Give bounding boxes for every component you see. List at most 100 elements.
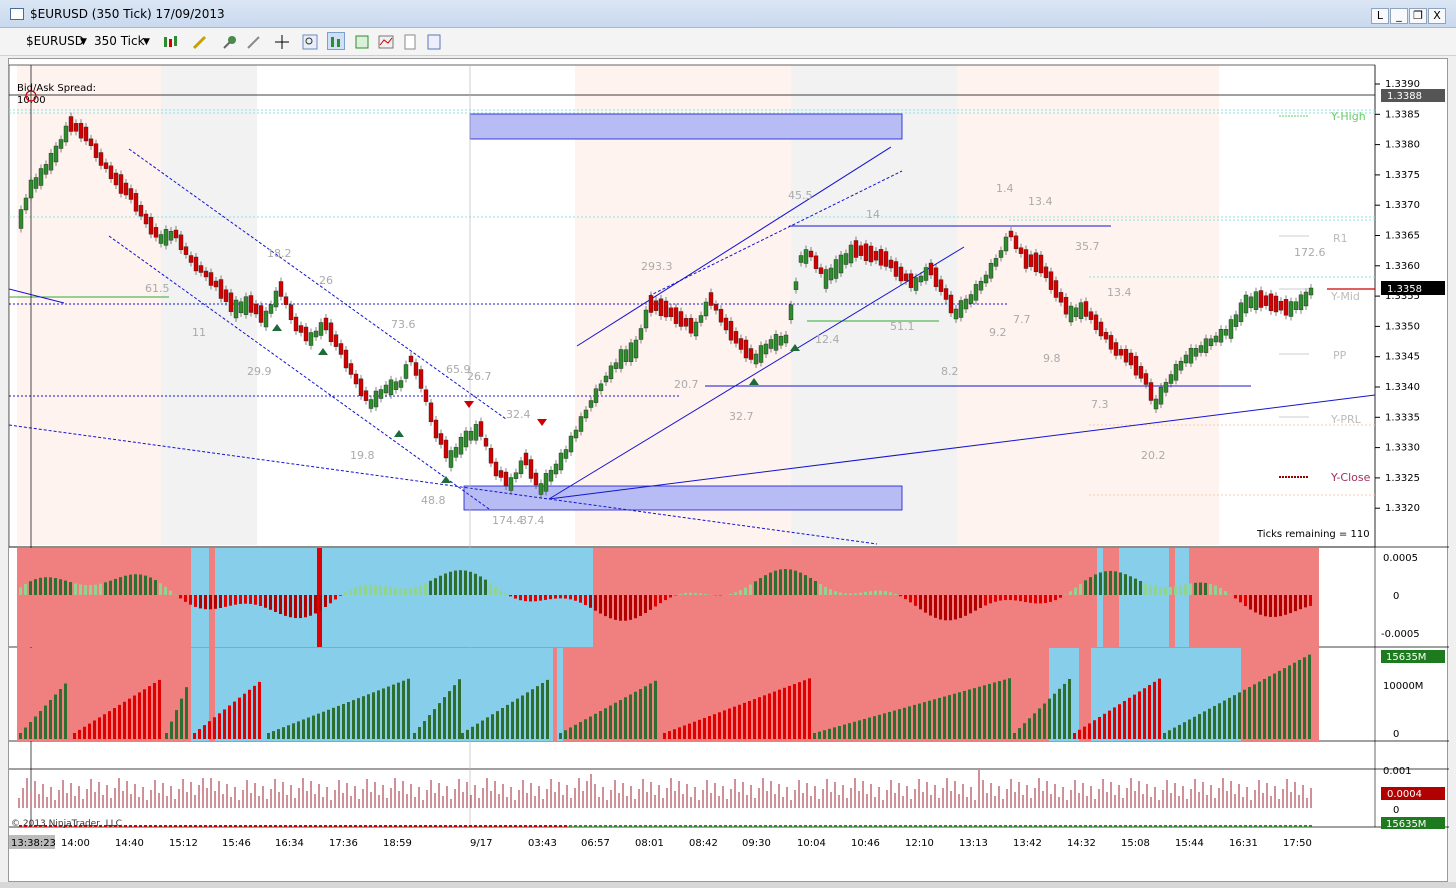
- time-tick-label: 14:40: [115, 838, 144, 849]
- chart-style-icon[interactable]: [376, 32, 394, 50]
- swing-label: 29.9: [247, 365, 272, 378]
- momentum-bar: [434, 578, 437, 595]
- momentum-bar: [214, 595, 217, 609]
- momentum-bar: [514, 595, 517, 599]
- volume-bar: [683, 725, 686, 739]
- tick-dot: [599, 825, 602, 827]
- momentum-bar: [109, 580, 112, 595]
- tick-dot: [414, 825, 417, 827]
- volume-bar: [438, 703, 441, 739]
- candle-body: [153, 227, 159, 238]
- volume-bar: [113, 708, 116, 739]
- demand-zone[interactable]: [463, 485, 903, 511]
- candle-body: [18, 209, 24, 229]
- momentum-panel[interactable]: [17, 548, 1319, 647]
- crosshair-pin-icon[interactable]: [220, 32, 238, 50]
- candle-body: [313, 330, 319, 338]
- tick-dot: [254, 825, 257, 827]
- candle-body: [213, 280, 219, 288]
- supply-zone[interactable]: [469, 113, 903, 140]
- candle-body: [403, 364, 409, 379]
- candle-body: [1283, 299, 1289, 316]
- tick-dot: [954, 825, 957, 827]
- strategies-icon[interactable]: [352, 32, 370, 50]
- volume-bar: [893, 710, 896, 739]
- candle-body: [943, 288, 949, 300]
- tick-dot: [654, 825, 657, 827]
- price-tick-label: 1.3390: [1385, 79, 1420, 90]
- momentum-bar: [294, 595, 297, 619]
- swing-label: 26.7: [467, 370, 492, 383]
- tick-dot: [804, 825, 807, 827]
- volume-bar: [342, 703, 345, 739]
- bar-type-icon[interactable]: [160, 32, 178, 50]
- zoom-icon[interactable]: [300, 32, 318, 50]
- momentum-bar: [679, 593, 682, 595]
- volume-bar: [1283, 668, 1286, 739]
- candle-body: [1043, 266, 1049, 279]
- candle-body: [443, 439, 449, 459]
- candle-body: [543, 473, 549, 492]
- instrument-dropdown-icon[interactable]: ▼: [80, 37, 87, 47]
- time-tick-label: 13:38:23: [11, 838, 56, 849]
- indicators-icon[interactable]: [327, 32, 345, 50]
- tick-dot: [939, 825, 942, 827]
- properties-icon[interactable]: [400, 32, 418, 50]
- tick-dot: [689, 825, 692, 827]
- volume-bar: [302, 719, 305, 739]
- candle-body: [858, 245, 864, 256]
- momentum-bar: [324, 595, 327, 608]
- momentum-bar: [649, 595, 652, 610]
- minimize-button[interactable]: _: [1390, 8, 1408, 24]
- price-chart-canvas[interactable]: 61.5 11 29.9 73.6 19.8 48.8 174.4 37.4 3…: [8, 59, 1449, 883]
- momentum-bar: [259, 595, 262, 607]
- link-button[interactable]: L: [1371, 8, 1389, 24]
- momentum-bar: [1054, 595, 1057, 601]
- tick-dot: [424, 825, 427, 827]
- price-tick-label: 1.3345: [1385, 352, 1420, 363]
- momentum-bar: [1074, 587, 1077, 595]
- candle-body: [833, 259, 839, 279]
- tick-dot: [124, 825, 127, 827]
- magnet-icon[interactable]: [244, 32, 262, 50]
- tick-dot: [484, 825, 487, 827]
- tick-activity-panel[interactable]: [18, 770, 1312, 827]
- momentum-bar: [114, 578, 117, 595]
- chart-panel[interactable]: 61.5 11 29.9 73.6 19.8 48.8 174.4 37.4 3…: [8, 58, 1449, 883]
- momentum-bar: [834, 591, 837, 595]
- pencil-draw-icon[interactable]: [190, 32, 208, 50]
- tick-dot: [244, 825, 247, 827]
- candle-body: [703, 301, 709, 317]
- instrument-selector[interactable]: $EURUSD: [26, 34, 84, 48]
- swing-label: 11: [192, 326, 206, 339]
- tick-dot: [889, 825, 892, 827]
- candle-body: [848, 244, 854, 264]
- interval-dropdown-icon[interactable]: ▼: [143, 37, 150, 47]
- tick-dot: [184, 825, 187, 827]
- momentum-bar: [1069, 591, 1072, 595]
- candle-body: [1093, 314, 1099, 331]
- candle-body: [23, 197, 29, 211]
- momentum-bar: [1244, 595, 1247, 607]
- volume-bar: [128, 698, 131, 739]
- volume-bar: [1018, 728, 1021, 739]
- volume-bar: [73, 733, 76, 739]
- tick-dot: [1289, 825, 1292, 827]
- crosshair-icon[interactable]: [272, 32, 290, 50]
- tick-dot: [579, 825, 582, 827]
- candle-body: [63, 125, 69, 143]
- tick-dot: [1089, 825, 1092, 827]
- maximize-button[interactable]: ❐: [1409, 8, 1427, 24]
- volume-bar: [1028, 718, 1031, 739]
- data-box-icon[interactable]: [424, 32, 442, 50]
- candle-body: [618, 349, 624, 369]
- tick-dot: [434, 825, 437, 827]
- close-button[interactable]: X: [1428, 8, 1446, 24]
- interval-selector[interactable]: 350 Tick: [94, 34, 145, 48]
- candle-body: [593, 388, 599, 403]
- volume-panel[interactable]: [17, 648, 1319, 741]
- tick-dot: [994, 825, 997, 827]
- momentum-bar: [129, 574, 132, 595]
- momentum-bar: [424, 583, 427, 595]
- momentum-bar: [769, 572, 772, 595]
